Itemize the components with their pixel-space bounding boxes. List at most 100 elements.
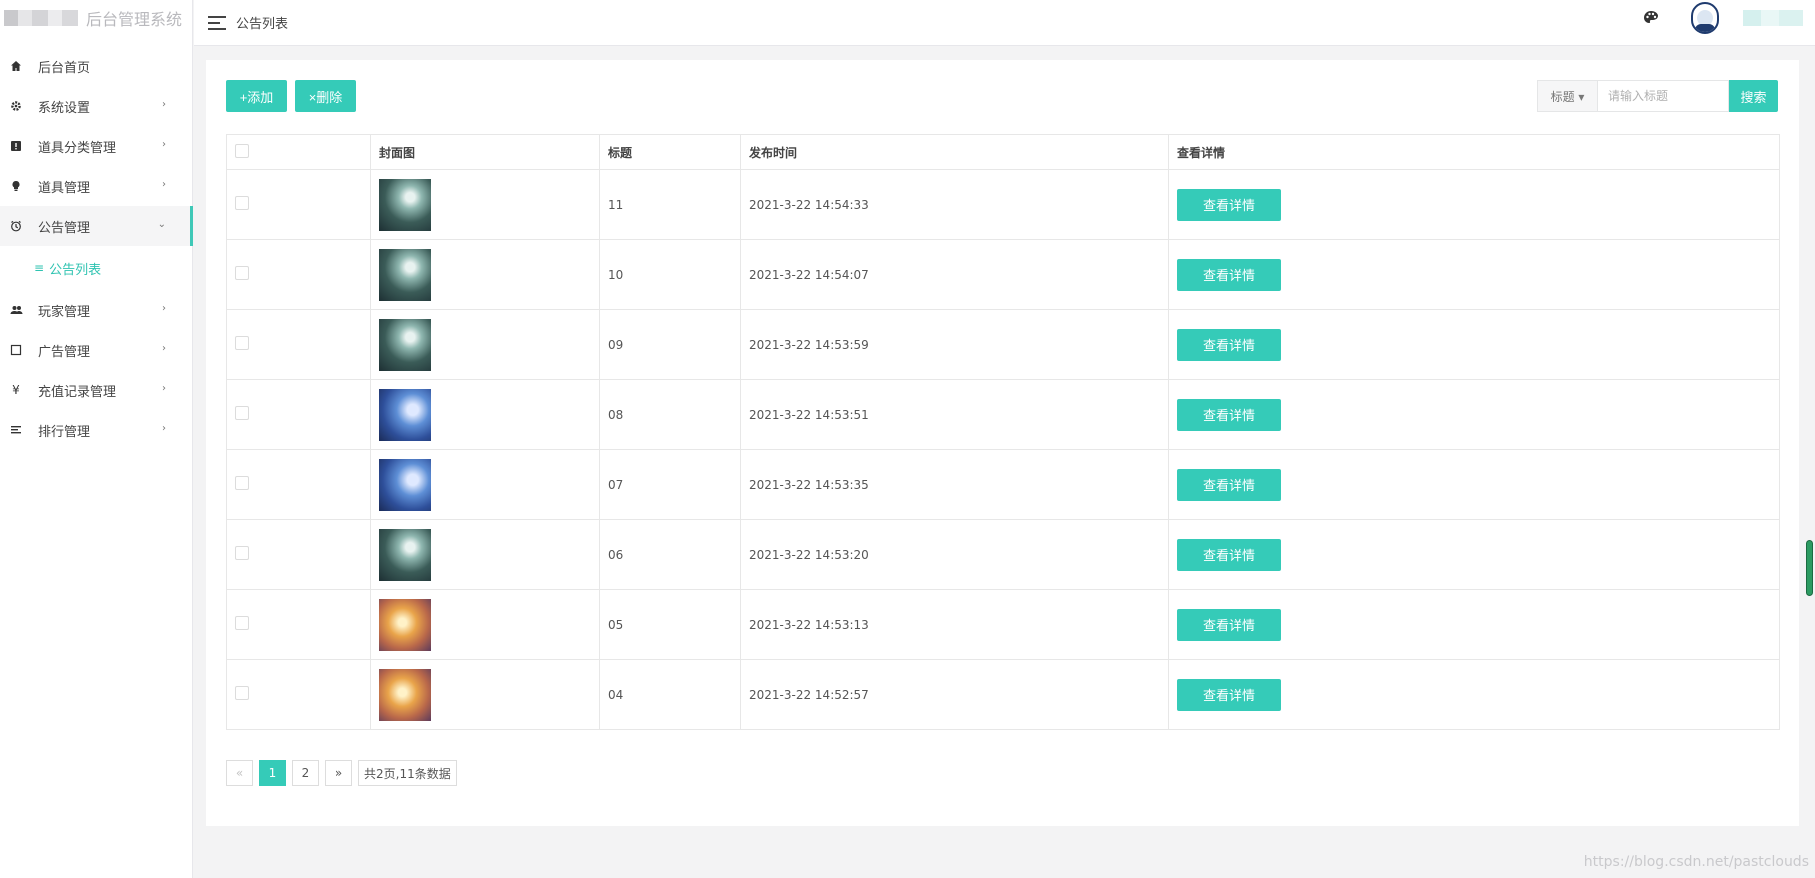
row-checkbox[interactable]	[235, 686, 249, 700]
view-detail-button[interactable]: 查看详情	[1177, 678, 1281, 711]
sidebar-item-8[interactable]: 排行管理 ›	[0, 410, 192, 450]
view-detail-button[interactable]: 查看详情	[1177, 188, 1281, 221]
square-icon	[8, 342, 24, 358]
sidebar-item-4[interactable]: 公告管理 ⌄	[0, 206, 193, 246]
row-checkbox[interactable]	[235, 476, 249, 490]
row-checkbox[interactable]	[235, 546, 249, 560]
prev-page-button[interactable]: «	[226, 760, 253, 786]
watermark: https://blog.csdn.net/pastclouds	[1583, 854, 1809, 870]
submenu-item-announcement-list[interactable]: ≡ 公告列表	[0, 246, 192, 290]
row-checkbox[interactable]	[235, 406, 249, 420]
row-select-cell	[226, 309, 371, 380]
detail-cell: 查看详情	[1168, 309, 1780, 380]
cover-image	[379, 388, 431, 441]
row-checkbox[interactable]	[235, 266, 249, 280]
chevron-right-icon: ›	[162, 423, 166, 434]
detail-cell: 查看详情	[1168, 379, 1780, 450]
sidebar-item-label: 道具分类管理	[38, 140, 117, 156]
select-all-checkbox[interactable]	[235, 143, 249, 158]
sidebar-item-2[interactable]: 道具分类管理 ›	[0, 126, 192, 166]
pagination: « 1 2 » 共2页,11条数据	[226, 760, 463, 786]
view-detail-button[interactable]: 查看详情	[1177, 398, 1281, 431]
title-cell: 06	[599, 519, 741, 590]
publish-time-cell: 2021-3-22 14:53:35	[740, 449, 1169, 520]
detail-cell: 查看详情	[1168, 589, 1780, 660]
title-cell: 07	[599, 449, 741, 520]
sidebar-item-5[interactable]: 玩家管理 ›	[0, 290, 192, 330]
palette-icon[interactable]	[1643, 10, 1659, 26]
page-2-button[interactable]: 2	[292, 760, 319, 786]
cover-image	[379, 458, 431, 511]
scrollbar-thumb[interactable]	[1806, 540, 1813, 596]
search-group: 标题 ▾ 搜索	[1537, 80, 1778, 112]
sidebar-item-1[interactable]: 系统设置 ›	[0, 86, 192, 126]
table-row: 04 2021-3-22 14:52:57 查看详情	[226, 659, 1780, 730]
row-select-cell	[226, 659, 371, 730]
table-row: 06 2021-3-22 14:53:20 查看详情	[226, 519, 1780, 590]
gear-icon	[8, 98, 24, 114]
page-1-button[interactable]: 1	[259, 760, 286, 786]
detail-cell: 查看详情	[1168, 519, 1780, 590]
delete-button[interactable]: ×删除	[295, 80, 356, 112]
chevron-right-icon: ›	[162, 383, 166, 394]
view-detail-button[interactable]: 查看详情	[1177, 328, 1281, 361]
search-button[interactable]: 搜索	[1729, 80, 1778, 112]
cover-cell	[370, 309, 600, 380]
sidebar: 后台管理系统 后台首页 系统设置 › 道具分类管理 › 道具管理 › 公告管理 ⌄ ≡ 公告列表 玩家…	[0, 0, 193, 878]
row-checkbox[interactable]	[235, 196, 249, 210]
users-icon	[8, 302, 24, 318]
sidebar-item-label: 后台首页	[38, 60, 91, 76]
sidebar-item-label: 排行管理	[38, 424, 91, 440]
cover-image	[379, 248, 431, 301]
sidebar-menu: 后台首页 系统设置 › 道具分类管理 › 道具管理 › 公告管理 ⌄ ≡ 公告列表 玩家管理 › 广告管理…	[0, 46, 193, 450]
home-icon	[8, 58, 24, 74]
sidebar-item-label: 充值记录管理	[38, 384, 117, 400]
table-row: 05 2021-3-22 14:53:13 查看详情	[226, 589, 1780, 660]
table-row: 10 2021-3-22 14:54:07 查看详情	[226, 239, 1780, 310]
search-field-select[interactable]: 标题 ▾	[1537, 80, 1597, 112]
add-button[interactable]: +添加	[226, 80, 287, 112]
publish-time-cell: 2021-3-22 14:53:13	[740, 589, 1169, 660]
search-input[interactable]	[1597, 80, 1729, 112]
publish-time-cell: 2021-3-22 14:54:33	[740, 169, 1169, 240]
view-detail-button[interactable]: 查看详情	[1177, 258, 1281, 291]
cover-cell	[370, 379, 600, 450]
view-detail-button[interactable]: 查看详情	[1177, 468, 1281, 501]
cover-image	[379, 178, 431, 231]
detail-cell: 查看详情	[1168, 449, 1780, 520]
user-name[interactable]	[1743, 10, 1803, 26]
title-cell: 10	[599, 239, 741, 310]
detail-cell: 查看详情	[1168, 169, 1780, 240]
row-select-cell	[226, 449, 371, 520]
menu-toggle-icon[interactable]	[208, 15, 226, 30]
yen-icon: ¥	[12, 383, 20, 397]
cover-cell	[370, 519, 600, 590]
header-publish-time: 发布时间	[740, 134, 1169, 170]
sidebar-item-6[interactable]: 广告管理 ›	[0, 330, 192, 370]
main-panel: +添加 ×删除 标题 ▾ 搜索 封面图 标题 发布时间 查看详情 112021-…	[206, 60, 1799, 826]
pagination-info: 共2页,11条数据	[358, 760, 457, 786]
row-checkbox[interactable]	[235, 336, 249, 350]
sidebar-item-label: 玩家管理	[38, 304, 91, 320]
list-icon	[8, 422, 24, 438]
next-page-button[interactable]: »	[325, 760, 352, 786]
cover-cell	[370, 659, 600, 730]
row-checkbox[interactable]	[235, 616, 249, 630]
view-detail-button[interactable]: 查看详情	[1177, 538, 1281, 571]
sidebar-item-3[interactable]: 道具管理 ›	[0, 166, 192, 206]
sidebar-item-0[interactable]: 后台首页	[0, 46, 192, 86]
row-select-cell	[226, 519, 371, 590]
bulb-icon	[8, 178, 24, 194]
view-detail-button[interactable]: 查看详情	[1177, 608, 1281, 641]
brand: 后台管理系统	[0, 0, 192, 36]
row-select-cell	[226, 169, 371, 240]
title-cell: 05	[599, 589, 741, 660]
avatar[interactable]	[1691, 2, 1719, 34]
chevron-right-icon: ›	[162, 139, 166, 150]
sidebar-item-7[interactable]: ¥ 充值记录管理 ›	[0, 370, 192, 410]
publish-time-cell: 2021-3-22 14:53:20	[740, 519, 1169, 590]
sidebar-item-label: 广告管理	[38, 344, 91, 360]
chevron-down-icon: ⌄	[157, 219, 166, 230]
detail-cell: 查看详情	[1168, 239, 1780, 310]
table-row: 07 2021-3-22 14:53:35 查看详情	[226, 449, 1780, 520]
